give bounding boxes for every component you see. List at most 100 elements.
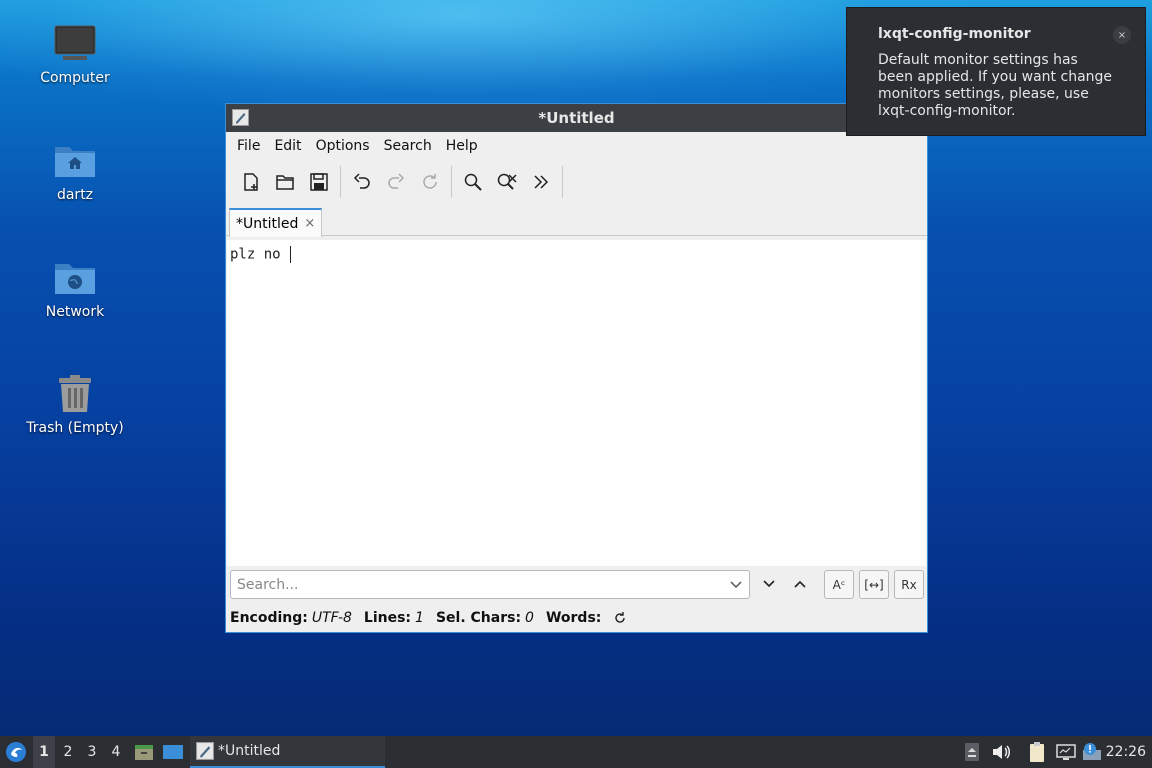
text-editor-app-icon <box>232 109 249 126</box>
lubuntu-logo-icon <box>6 742 26 762</box>
new-document-icon <box>244 173 258 191</box>
find-previous-button[interactable] <box>789 573 811 595</box>
clock[interactable]: 22:26 <box>1106 736 1146 768</box>
menu-edit[interactable]: Edit <box>267 138 308 154</box>
network-status-button[interactable] <box>1053 736 1079 768</box>
refresh-icon <box>615 612 626 623</box>
reload-button[interactable] <box>413 165 447 199</box>
tab-bar: *Untitled × <box>226 204 927 237</box>
redo-button[interactable] <box>379 165 413 199</box>
notification-title: lxqt-config-monitor <box>878 26 1031 42</box>
desktop-icon-computer[interactable]: Computer <box>20 22 130 86</box>
taskbar: 1 2 3 4 *Untitled 22:26 <box>0 736 1152 768</box>
desktop-switch-2[interactable]: 2 <box>57 736 79 768</box>
match-case-icon: Aᶜ <box>832 577 846 592</box>
find-icon <box>464 173 482 191</box>
toolbar-separator <box>451 166 452 198</box>
desktop-switch-4[interactable]: 4 <box>105 736 127 768</box>
show-desktop-icon <box>163 745 183 759</box>
desktop-icon-label: dartz <box>56 187 94 203</box>
menu-file[interactable]: File <box>230 138 267 154</box>
save-button[interactable] <box>302 165 336 199</box>
regex-icon: Rx <box>901 577 917 592</box>
network-folder-icon <box>53 256 97 300</box>
lines-value: 1 <box>415 610 424 626</box>
toolbar-separator <box>562 166 563 198</box>
words-label: Words: <box>545 610 602 626</box>
volume-icon <box>993 745 1010 759</box>
file-manager-icon <box>135 745 153 760</box>
more-tools-button[interactable] <box>524 165 558 199</box>
text-caret <box>290 246 292 263</box>
window-titlebar[interactable]: *Untitled <box>226 104 927 132</box>
update-notifier-button[interactable] <box>1080 736 1104 768</box>
menu-options[interactable]: Options <box>309 138 377 154</box>
clipboard-button[interactable] <box>1024 736 1050 768</box>
sel-chars-label: Sel. Chars: <box>435 610 522 626</box>
lines-label: Lines: <box>363 610 412 626</box>
desktop-icon-trash[interactable]: Trash (Empty) <box>20 372 130 436</box>
trash-icon <box>53 372 97 416</box>
chevron-down-icon <box>730 581 742 589</box>
sel-chars-value: 0 <box>525 610 534 626</box>
file-manager-launcher[interactable] <box>132 736 156 768</box>
search-history-dropdown[interactable] <box>729 577 743 595</box>
reload-icon <box>423 174 437 189</box>
new-document-button[interactable] <box>234 165 268 199</box>
undo-button[interactable] <box>345 165 379 199</box>
menu-search[interactable]: Search <box>377 138 439 154</box>
volume-button[interactable] <box>988 736 1014 768</box>
taskbar-window-untitled[interactable]: *Untitled <box>190 736 385 768</box>
text-editor-app-icon <box>196 742 214 760</box>
whole-word-icon: [↔] <box>864 577 884 592</box>
toolbar-separator <box>340 166 341 198</box>
redo-icon <box>388 173 405 189</box>
desktop-icon-label: Trash (Empty) <box>26 420 124 436</box>
home-folder-icon <box>53 139 97 183</box>
find-replace-button[interactable] <box>490 165 524 199</box>
find-next-button[interactable] <box>758 573 780 595</box>
menu-help[interactable]: Help <box>439 138 485 154</box>
tray-scroll-up[interactable] <box>962 736 982 768</box>
menu-bar: File Edit Options Search Help <box>226 132 927 160</box>
regex-toggle[interactable]: Rx <box>894 570 924 599</box>
open-button[interactable] <box>268 165 302 199</box>
text-editor-area[interactable]: plz no <box>227 240 926 566</box>
start-menu-button[interactable] <box>2 736 30 768</box>
desktop-icon-network[interactable]: Network <box>20 256 130 320</box>
notification-popup[interactable]: lxqt-config-monitor Default monitor sett… <box>846 7 1146 136</box>
tab-close-icon[interactable]: × <box>304 216 315 231</box>
computer-icon <box>53 22 97 66</box>
editor-text: plz no <box>230 246 290 263</box>
notification-body: Default monitor settings has been applie… <box>878 52 1113 119</box>
update-alert-icon <box>1083 743 1101 760</box>
tab-untitled[interactable]: *Untitled × <box>229 208 323 237</box>
undo-icon <box>353 173 370 189</box>
search-input[interactable]: Search... <box>230 570 750 599</box>
whole-word-toggle[interactable]: [↔] <box>859 570 889 599</box>
network-icon <box>1056 744 1076 760</box>
desktop-icon-home[interactable]: dartz <box>20 139 130 203</box>
desktop-switch-1[interactable]: 1 <box>33 736 55 768</box>
search-bar: Search... Aᶜ [↔] Rx <box>227 566 926 602</box>
editor-window: *Untitled File Edit Options Search Help <box>225 103 928 633</box>
chevron-up-icon <box>794 580 806 588</box>
more-icon <box>534 175 549 189</box>
clipboard-icon <box>1030 742 1044 762</box>
notification-close-icon[interactable]: × <box>1113 26 1131 44</box>
open-folder-icon <box>276 175 294 190</box>
chevron-down-icon <box>763 580 775 588</box>
tab-label: *Untitled <box>236 215 299 232</box>
refresh-word-count-button[interactable] <box>613 611 627 625</box>
encoding-value[interactable]: UTF-8 <box>312 610 352 626</box>
taskbar-window-label: *Untitled <box>218 743 281 759</box>
match-case-toggle[interactable]: Aᶜ <box>824 570 854 599</box>
status-bar: Encoding: UTF-8 Lines: 1 Sel. Chars: 0 W… <box>230 607 627 629</box>
show-desktop-button[interactable] <box>160 736 186 768</box>
find-replace-icon <box>497 173 517 190</box>
toolbar <box>226 160 927 204</box>
desktop-switch-3[interactable]: 3 <box>81 736 103 768</box>
desktop-icon-label: Network <box>45 304 105 320</box>
window-title: *Untitled <box>538 109 615 127</box>
find-button[interactable] <box>456 165 490 199</box>
